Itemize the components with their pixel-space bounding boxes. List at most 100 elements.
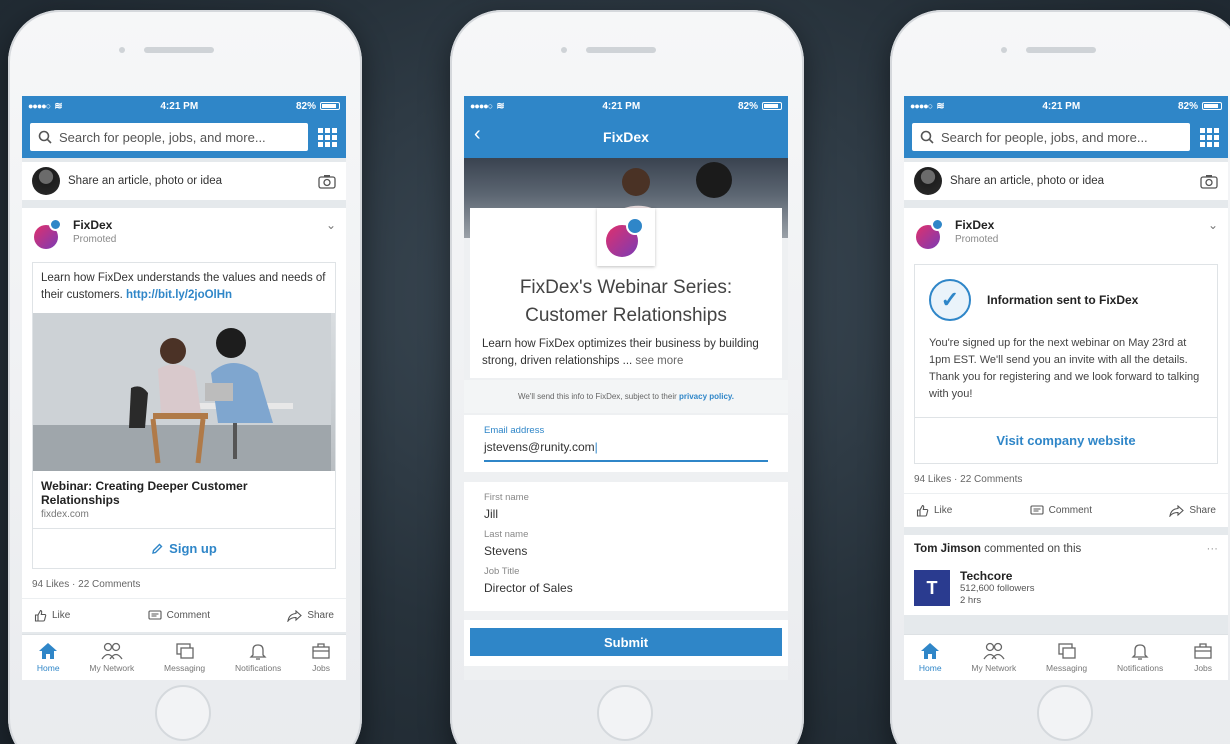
people-icon <box>983 642 1005 660</box>
thumbs-up-icon <box>916 504 929 517</box>
search-placeholder: Search for people, jobs, and more... <box>941 129 1148 145</box>
post-link[interactable]: http://bit.ly/2joOlHn <box>126 289 232 301</box>
share-bar[interactable]: Share an article, photo or idea <box>22 162 346 200</box>
company-row[interactable]: T Techcore 512,600 followers 2 hrs <box>914 569 1218 607</box>
bell-icon <box>1131 644 1149 660</box>
confirmation-title: Information sent to FixDex <box>987 293 1139 307</box>
battery-icon <box>761 102 782 110</box>
phone-2: ●●●●○ ≋ 4:21 PM 82% ‹ FixDex FixDex's Web… <box>450 10 804 744</box>
description-text: Learn how FixDex optimizes their busines… <box>482 338 759 367</box>
signal-icon: ●●●●○ <box>470 101 493 111</box>
share-arrow-icon <box>287 609 303 622</box>
submit-button[interactable]: Submit <box>470 628 782 656</box>
home-icon <box>921 643 940 659</box>
tab-home[interactable]: Home <box>37 642 60 673</box>
battery-percent: 82% <box>1177 100 1198 112</box>
share-label: Share <box>1189 505 1216 516</box>
ad-box: Learn how FixDex understands the values … <box>32 262 336 569</box>
search-input[interactable]: Search for people, jobs, and more... <box>30 123 308 151</box>
apps-grid-icon[interactable] <box>1198 126 1220 148</box>
tab-home[interactable]: Home <box>919 642 942 673</box>
tab-jobs[interactable]: Jobs <box>1193 642 1213 673</box>
tab-my-network-label: My Network <box>89 663 135 673</box>
submit-bar: Submit <box>464 620 788 666</box>
wifi-icon: ≋ <box>496 100 505 112</box>
commenter-name[interactable]: Tom Jimson <box>914 543 981 555</box>
messaging-icon <box>175 643 194 659</box>
tab-my-network[interactable]: My Network <box>89 642 134 673</box>
tab-notifications[interactable]: Notifications <box>1117 642 1163 673</box>
comment-label: Comment <box>1048 505 1093 516</box>
email-value: jstevens@runity.com <box>484 440 595 454</box>
battery-percent: 82% <box>737 100 758 112</box>
home-button[interactable] <box>1037 685 1093 741</box>
tab-messaging[interactable]: Messaging <box>164 642 205 673</box>
company-name[interactable]: FixDex <box>73 218 116 232</box>
tab-my-network[interactable]: My Network <box>971 642 1016 673</box>
tab-messaging-label: Messaging <box>1046 663 1088 673</box>
like-label: Like <box>934 505 953 516</box>
post-stats[interactable]: 94 Likes · 22 Comments <box>32 569 336 598</box>
chevron-down-icon[interactable]: ⌄ <box>1208 218 1218 232</box>
webinar-description: Learn how FixDex optimizes their busines… <box>482 336 770 370</box>
comment-button[interactable]: Comment <box>148 609 210 622</box>
wifi-icon: ≋ <box>936 100 945 112</box>
job-title-field[interactable]: Director of Sales <box>484 581 768 595</box>
search-input[interactable]: Search for people, jobs, and more... <box>912 123 1190 151</box>
share-bar[interactable]: Share an article, photo or idea <box>904 162 1228 200</box>
email-input[interactable]: jstevens@runity.com| <box>484 436 768 462</box>
comment-button[interactable]: Comment <box>1030 504 1093 517</box>
tab-notifications-label: Notifications <box>234 663 282 673</box>
ad-photo[interactable] <box>33 313 335 471</box>
tab-jobs-label: Jobs <box>1194 663 1213 673</box>
camera-dot <box>119 47 125 53</box>
tab-home-label: Home <box>36 663 60 673</box>
check-circle-icon: ✓ <box>929 279 971 321</box>
last-name-field[interactable]: Stevens <box>484 544 768 558</box>
home-button[interactable] <box>597 685 653 741</box>
like-button[interactable]: Like <box>916 504 952 517</box>
tab-notifications[interactable]: Notifications <box>235 642 281 673</box>
tab-messaging[interactable]: Messaging <box>1046 642 1087 673</box>
home-button[interactable] <box>155 685 211 741</box>
email-field[interactable]: Email address jstevens@runity.com| <box>464 415 788 472</box>
sign-up-label: Sign up <box>169 541 217 556</box>
more-options-icon[interactable]: ··· <box>1207 543 1219 555</box>
like-button[interactable]: Like <box>34 609 70 622</box>
search-placeholder: Search for people, jobs, and more... <box>59 129 266 145</box>
activity-post: Tom Jimson commented on this ··· T Techc… <box>904 535 1228 615</box>
back-arrow-icon[interactable]: ‹ <box>474 123 481 146</box>
share-button[interactable]: Share <box>1169 504 1216 517</box>
signal-icon: ●●●●○ <box>910 101 933 111</box>
post-actions: Like Comment Share <box>22 598 346 632</box>
company-name-techcore: Techcore <box>960 569 1013 583</box>
status-time: 4:21 PM <box>1042 100 1081 112</box>
visit-website-button[interactable]: Visit company website <box>915 417 1217 463</box>
speaker <box>144 47 214 53</box>
chevron-down-icon[interactable]: ⌄ <box>326 218 336 232</box>
fixdex-logo-icon[interactable] <box>914 218 946 250</box>
thumbs-up-icon <box>34 609 47 622</box>
phone-3: ●●●●○ ≋ 4:21 PM 82% Search for people, jo… <box>890 10 1230 744</box>
camera-dot <box>1001 47 1007 53</box>
company-name[interactable]: FixDex <box>955 218 998 232</box>
status-bar: ●●●●○ ≋ 4:21 PM 82% <box>464 96 788 116</box>
share-button[interactable]: Share <box>287 609 334 622</box>
fixdex-logo-icon[interactable] <box>32 218 64 250</box>
sign-up-button[interactable]: Sign up <box>33 528 335 568</box>
confirmation-box: ✓ Information sent to FixDex You're sign… <box>914 264 1218 464</box>
camera-icon[interactable] <box>318 174 336 189</box>
apps-grid-icon[interactable] <box>316 126 338 148</box>
first-name-field[interactable]: Jill <box>484 507 768 521</box>
camera-icon[interactable] <box>1200 174 1218 189</box>
ad-title[interactable]: Webinar: Creating Deeper Customer Relati… <box>33 471 335 509</box>
bell-icon <box>249 644 267 660</box>
screen-confirmation: ●●●●○ ≋ 4:21 PM 82% Search for people, jo… <box>904 96 1228 680</box>
privacy-policy-link[interactable]: privacy policy. <box>679 392 734 401</box>
home-icon <box>39 643 58 659</box>
battery-icon <box>319 102 340 110</box>
comment-icon <box>148 609 162 620</box>
see-more-link[interactable]: see more <box>635 355 683 367</box>
tab-jobs[interactable]: Jobs <box>311 642 331 673</box>
post-stats[interactable]: 94 Likes · 22 Comments <box>914 464 1218 493</box>
